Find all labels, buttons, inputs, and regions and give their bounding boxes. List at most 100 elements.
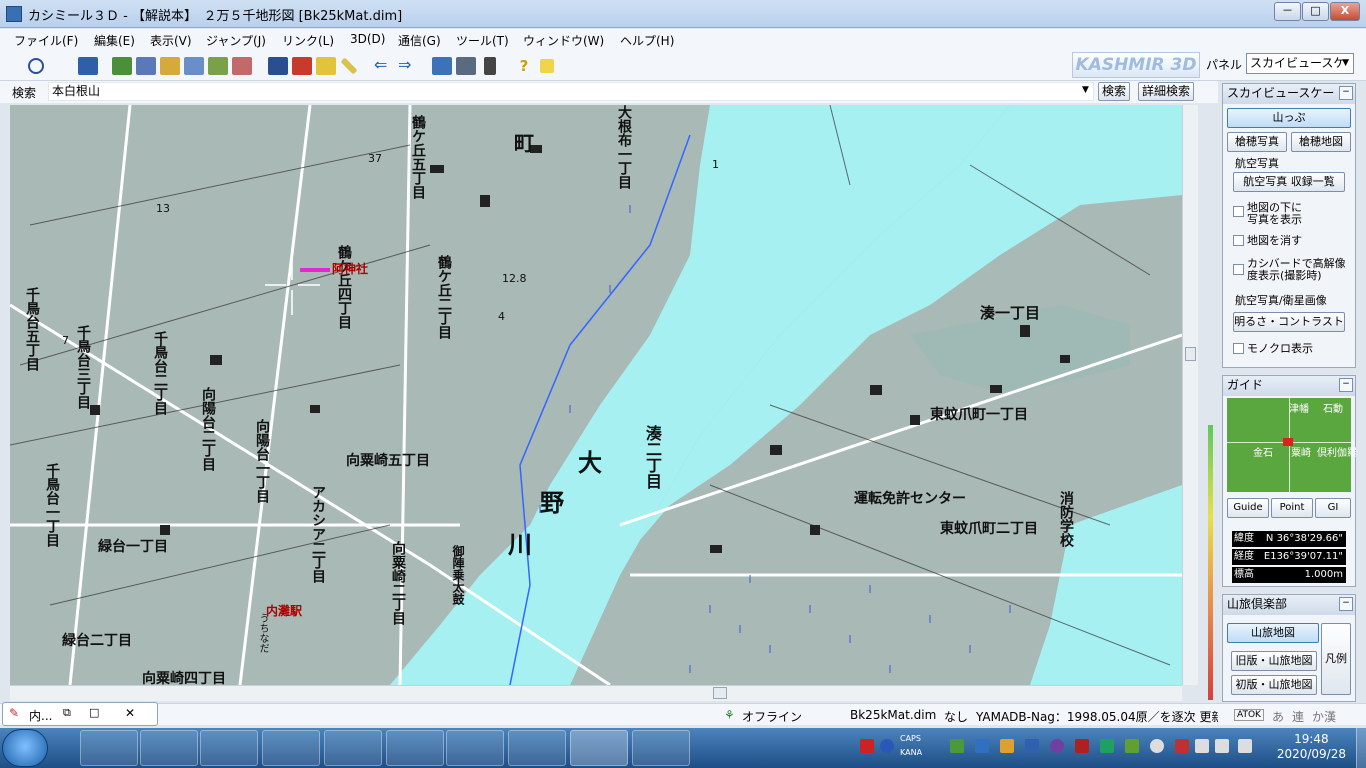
- taskbar-kashmir[interactable]: [570, 730, 628, 766]
- help-icon[interactable]: ?: [514, 57, 534, 75]
- network-icon[interactable]: [1195, 739, 1209, 753]
- detail-search-button[interactable]: 詳細検索: [1138, 82, 1195, 101]
- minimized-window[interactable]: ✎ 内... ⧉ □ ✕: [2, 702, 158, 726]
- point-tab[interactable]: Point: [1271, 498, 1313, 518]
- sanryo-map-button[interactable]: 山旅地図: [1227, 623, 1319, 643]
- menu-3d[interactable]: 3D(D): [350, 32, 385, 46]
- taskbar-app[interactable]: [262, 730, 320, 766]
- show-desktop-button[interactable]: [1356, 728, 1366, 768]
- menu-jump[interactable]: ジャンプ(J): [206, 32, 266, 49]
- search-button[interactable]: 検索: [1098, 82, 1131, 101]
- search-dropdown-icon[interactable]: ▼: [1082, 85, 1089, 95]
- terrain6-icon[interactable]: [232, 57, 252, 75]
- guide-tab[interactable]: Guide: [1227, 498, 1269, 518]
- restore-icon[interactable]: ⧉: [63, 706, 71, 720]
- tray-icon[interactable]: [1000, 739, 1014, 753]
- taskbar-explorer[interactable]: [140, 730, 198, 766]
- panel-minimize-icon[interactable]: −: [1339, 86, 1353, 100]
- device-icon[interactable]: [484, 57, 496, 75]
- yarihotaka-photo-button[interactable]: 槍穂写真: [1227, 132, 1287, 152]
- menu-link[interactable]: リンク(L): [282, 32, 334, 49]
- file-status: Bk25kMat.dim: [850, 708, 937, 722]
- minimize-button[interactable]: －: [1274, 2, 1301, 21]
- ruler-icon[interactable]: [340, 57, 358, 75]
- camera-icon[interactable]: [432, 57, 452, 75]
- back-arrow-icon[interactable]: ⇐: [374, 57, 394, 75]
- menu-help[interactable]: ヘルプ(H): [620, 32, 674, 49]
- terrain2-icon[interactable]: [136, 57, 156, 75]
- marker-icon[interactable]: [292, 57, 312, 75]
- monochrome-checkbox[interactable]: [1233, 343, 1244, 354]
- tray-icon[interactable]: [1050, 739, 1064, 753]
- hide-map-checkbox[interactable]: [1233, 235, 1244, 246]
- tray-icon[interactable]: [1175, 739, 1189, 753]
- menu-comm[interactable]: 通信(G): [398, 32, 441, 49]
- hires-checkbox[interactable]: [1233, 264, 1244, 275]
- vertical-scroll-thumb[interactable]: [1185, 347, 1196, 361]
- clock[interactable]: 19:48 2020/09/28: [1277, 732, 1346, 762]
- tray-icon[interactable]: [1075, 739, 1089, 753]
- tag-icon[interactable]: [316, 57, 336, 75]
- film-icon[interactable]: [456, 57, 476, 75]
- aerial-list-button[interactable]: 航空写真 収録一覧: [1233, 172, 1345, 192]
- yamappu-button[interactable]: 山っぷ: [1227, 108, 1351, 128]
- ime-atok[interactable]: ATOK: [1234, 709, 1264, 721]
- yarihotaka-map-button[interactable]: 槍穂地図: [1291, 132, 1351, 152]
- first-sanryo-map-button[interactable]: 初版・山旅地図: [1231, 675, 1317, 695]
- start-button[interactable]: [2, 729, 48, 767]
- maximize-icon[interactable]: □: [89, 706, 99, 719]
- panel-minimize-icon[interactable]: −: [1339, 378, 1353, 392]
- tray-icon[interactable]: [950, 739, 964, 753]
- panel-minimize-icon[interactable]: −: [1339, 597, 1353, 611]
- brightness-contrast-button[interactable]: 明るさ・コントラスト: [1233, 312, 1345, 332]
- taskbar-firefox[interactable]: [324, 730, 382, 766]
- horizontal-scroll-thumb[interactable]: [713, 687, 727, 699]
- menu-view[interactable]: 表示(V): [150, 32, 192, 49]
- taskbar-app[interactable]: [80, 730, 138, 766]
- map-view[interactable]: 千鳥台五丁目 千鳥台三丁目 千鳥台二丁目 千鳥台一丁目 向陽台二丁目 向陽台一丁…: [10, 105, 1182, 685]
- maximize-button[interactable]: □: [1302, 2, 1329, 21]
- close-button[interactable]: X: [1330, 2, 1360, 21]
- taskbar-app[interactable]: [632, 730, 690, 766]
- taskbar-app[interactable]: [508, 730, 566, 766]
- acrobat-icon[interactable]: [860, 739, 874, 753]
- help-tray-icon[interactable]: [880, 739, 894, 753]
- tray-icon[interactable]: [1025, 739, 1039, 753]
- legend-button[interactable]: 凡例: [1321, 623, 1351, 695]
- gi-tab[interactable]: GI: [1315, 498, 1351, 518]
- panel-select[interactable]: スカイビュースケ ▼: [1246, 53, 1354, 74]
- zoom-icon[interactable]: [28, 58, 44, 74]
- map-vertical-scrollbar[interactable]: [1182, 105, 1198, 685]
- taskbar-ie[interactable]: [446, 730, 504, 766]
- terrain-icon[interactable]: [112, 57, 132, 75]
- layer-icon[interactable]: [78, 57, 98, 75]
- old-sanryo-map-button[interactable]: 旧版・山旅地図: [1231, 651, 1317, 671]
- taskbar-app[interactable]: [200, 730, 258, 766]
- info-icon[interactable]: [540, 59, 554, 73]
- search-input[interactable]: 本白根山: [48, 82, 1094, 101]
- close-icon[interactable]: ✕: [125, 706, 135, 720]
- tray-icon[interactable]: [1100, 739, 1114, 753]
- terrain3-icon[interactable]: [160, 57, 180, 75]
- tray-icon[interactable]: [1150, 739, 1164, 753]
- tray-icon[interactable]: [975, 739, 989, 753]
- map-horizontal-scrollbar[interactable]: [10, 685, 1182, 701]
- taskbar-app[interactable]: [386, 730, 444, 766]
- menu-edit[interactable]: 編集(E): [94, 32, 135, 49]
- ime-mode[interactable]: あ: [1272, 708, 1284, 725]
- menu-file[interactable]: ファイル(F): [14, 32, 78, 49]
- ime-mode[interactable]: か漢: [1312, 708, 1336, 725]
- map-label: アカシア二丁目: [310, 485, 326, 583]
- menu-window[interactable]: ウィンドウ(W): [523, 32, 604, 49]
- speaker-icon[interactable]: [1215, 739, 1229, 753]
- tray-icon[interactable]: [1125, 739, 1139, 753]
- terrain5-icon[interactable]: [208, 57, 228, 75]
- binoculars-icon[interactable]: [268, 57, 288, 75]
- menu-tools[interactable]: ツール(T): [456, 32, 509, 49]
- ime-mode[interactable]: 連: [1292, 708, 1304, 725]
- show-photo-under-map-checkbox[interactable]: [1233, 206, 1244, 217]
- guide-minimap[interactable]: 津幡 石動 金石 粟崎 倶利伽羅: [1227, 398, 1357, 492]
- terrain4-icon[interactable]: [184, 57, 204, 75]
- monitor-icon[interactable]: [1238, 739, 1252, 753]
- forward-arrow-icon[interactable]: ⇒: [398, 57, 418, 75]
